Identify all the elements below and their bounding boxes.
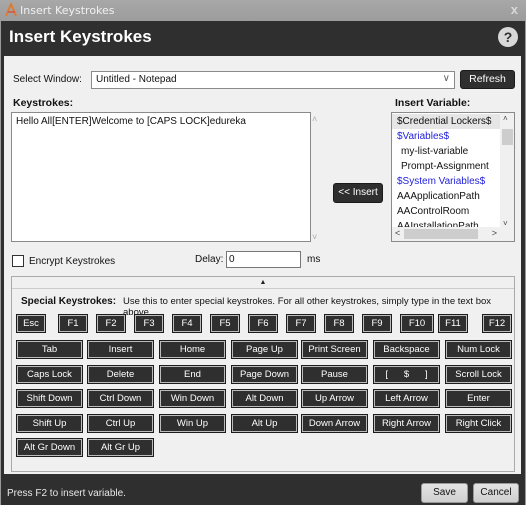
key-win-down[interactable]: Win Down	[159, 389, 226, 408]
variable-list-hscrollbar[interactable]: < >	[392, 227, 500, 241]
key-scroll-lock[interactable]: Scroll Lock	[445, 365, 512, 384]
encrypt-keystrokes-label: Encrypt Keystrokes	[29, 256, 116, 267]
insert-keystrokes-dialog: Insert Keystrokes ? Select Window: Untit…	[1, 21, 525, 505]
key-f1[interactable]: F1	[58, 314, 88, 333]
key-ctrl-down[interactable]: Ctrl Down	[87, 389, 154, 408]
key-home[interactable]: Home	[159, 340, 226, 359]
help-icon[interactable]: ?	[498, 27, 518, 47]
variable-list-item[interactable]: my-list-variable	[392, 144, 500, 159]
scroll-thumb[interactable]	[404, 229, 478, 239]
key-delete[interactable]: Delete	[87, 365, 154, 384]
key-f4[interactable]: F4	[172, 314, 202, 333]
delay-unit: ms	[307, 254, 321, 265]
collapse-arrow-icon[interactable]: ▲	[12, 277, 514, 289]
keystrokes-scrollbar[interactable]: ˄ ˅	[311, 112, 323, 242]
window-titlebar: Insert Keystrokes x	[0, 0, 526, 21]
key-dollar[interactable]: [ $ ]	[373, 365, 440, 384]
key-down-arrow[interactable]: Down Arrow	[301, 414, 368, 433]
window-title: Insert Keystrokes	[20, 4, 115, 17]
variable-list-item[interactable]: AAControlRoom	[392, 204, 500, 219]
select-window-value: Untitled - Notepad	[96, 74, 177, 85]
delay-input[interactable]: 0	[226, 251, 301, 268]
key-right-click[interactable]: Right Click	[445, 414, 512, 433]
key-f3[interactable]: F3	[134, 314, 164, 333]
scroll-thumb[interactable]	[502, 129, 513, 145]
key-pause[interactable]: Pause	[301, 365, 368, 384]
variable-list-header[interactable]: $Variables$	[392, 129, 500, 144]
key-backspace[interactable]: Backspace	[373, 340, 440, 359]
key-enter[interactable]: Enter	[445, 389, 512, 408]
scrollbar-corner	[500, 227, 514, 241]
keystrokes-label: Keystrokes:	[13, 97, 74, 109]
key-f7[interactable]: F7	[286, 314, 316, 333]
scroll-down-icon[interactable]: ˅	[312, 232, 317, 242]
key-f11[interactable]: F11	[438, 314, 468, 333]
keystrokes-textarea[interactable]: Hello All[ENTER]Welcome to [CAPS LOCK]ed…	[11, 112, 311, 242]
key-f6[interactable]: F6	[248, 314, 278, 333]
key-alt-gr-down[interactable]: Alt Gr Down	[16, 438, 83, 457]
key-end[interactable]: End	[159, 365, 226, 384]
key-f8[interactable]: F8	[324, 314, 354, 333]
key-page-up[interactable]: Page Up	[231, 340, 298, 359]
encrypt-keystrokes-checkbox[interactable]	[12, 255, 24, 267]
key-caps-lock[interactable]: Caps Lock	[16, 365, 83, 384]
keystrokes-value: Hello All[ENTER]Welcome to [CAPS LOCK]ed…	[16, 116, 246, 127]
select-window-dropdown[interactable]: Untitled - Notepad ∨	[91, 71, 455, 89]
key-f12[interactable]: F12	[482, 314, 512, 333]
scroll-up-icon[interactable]: ˄	[503, 114, 508, 123]
key-f9[interactable]: F9	[362, 314, 392, 333]
chevron-down-icon[interactable]: ∨	[443, 73, 450, 84]
key-alt-up[interactable]: Alt Up	[231, 414, 298, 433]
close-icon[interactable]: x	[511, 2, 518, 17]
variable-list-vscrollbar[interactable]: ˄ ˅	[500, 113, 514, 229]
special-keystrokes-label: Special Keystrokes:	[21, 296, 117, 307]
key-insert[interactable]: Insert	[87, 340, 154, 359]
key-print-screen[interactable]: Print Screen	[301, 340, 368, 359]
scroll-up-icon[interactable]: ˄	[312, 114, 317, 124]
variable-list-item[interactable]: $Credential Lockers$	[392, 114, 500, 129]
insert-variable-button[interactable]: << Insert	[333, 183, 383, 203]
dialog-content: Select Window: Untitled - Notepad ∨ Refr…	[4, 56, 521, 474]
cancel-button[interactable]: Cancel	[473, 483, 519, 503]
key-f2[interactable]: F2	[96, 314, 126, 333]
key-page-down[interactable]: Page Down	[231, 365, 298, 384]
key-shift-down[interactable]: Shift Down	[16, 389, 83, 408]
footer-hint: Press F2 to insert variable.	[7, 488, 126, 499]
refresh-button[interactable]: Refresh	[460, 70, 515, 89]
app-logo-icon	[5, 3, 17, 17]
dialog-title: Insert Keystrokes	[9, 27, 152, 46]
key-left-arrow[interactable]: Left Arrow	[373, 389, 440, 408]
key-win-up[interactable]: Win Up	[159, 414, 226, 433]
key-alt-down[interactable]: Alt Down	[231, 389, 298, 408]
key-tab[interactable]: Tab	[16, 340, 83, 359]
variable-list-item[interactable]: AAApplicationPath	[392, 189, 500, 204]
key-esc[interactable]: Esc	[16, 314, 46, 333]
key-num-lock[interactable]: Num Lock	[445, 340, 512, 359]
key-up-arrow[interactable]: Up Arrow	[301, 389, 368, 408]
variable-list-header[interactable]: $System Variables$	[392, 174, 500, 189]
key-shift-up[interactable]: Shift Up	[16, 414, 83, 433]
special-keystrokes-panel: ▲ Special Keystrokes: Use this to enter …	[11, 276, 515, 472]
variable-list-item[interactable]: Prompt-Assignment	[392, 159, 500, 174]
select-window-label: Select Window:	[13, 74, 82, 85]
insert-variable-label: Insert Variable:	[395, 97, 471, 109]
key-alt-gr-up[interactable]: Alt Gr Up	[87, 438, 154, 457]
scroll-left-icon[interactable]: <	[395, 228, 400, 238]
key-f10[interactable]: F10	[400, 314, 434, 333]
variable-list[interactable]: $Credential Lockers$ $Variables$ my-list…	[391, 112, 515, 242]
key-f5[interactable]: F5	[210, 314, 240, 333]
key-right-arrow[interactable]: Right Arrow	[373, 414, 440, 433]
scroll-right-icon[interactable]: >	[492, 228, 497, 238]
key-ctrl-up[interactable]: Ctrl Up	[87, 414, 154, 433]
delay-label: Delay:	[195, 254, 224, 265]
save-button[interactable]: Save	[421, 483, 468, 503]
